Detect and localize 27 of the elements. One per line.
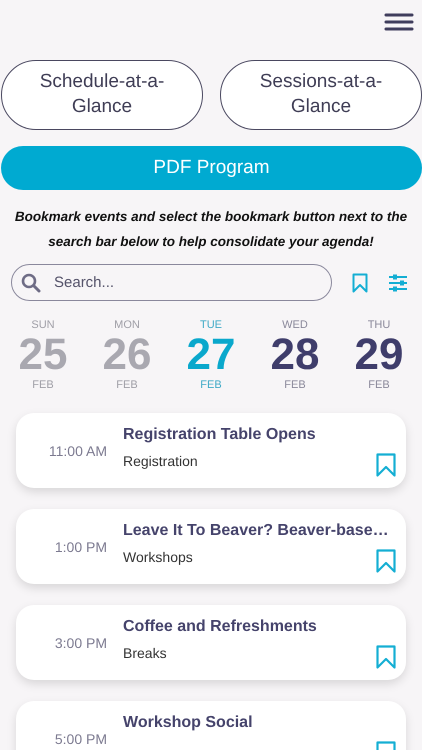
event-category: Registration bbox=[123, 453, 199, 469]
bookmark-icon[interactable] bbox=[376, 645, 396, 669]
event-time: 5:00 PM bbox=[54, 730, 107, 746]
event-title: Registration Table Opens bbox=[123, 426, 316, 444]
event-category: Workshops bbox=[123, 549, 194, 565]
nav-button[interactable]: Sessions-at-a-Glance bbox=[220, 60, 422, 130]
event-card[interactable]: 5:00 PM Workshop Social bbox=[16, 701, 406, 750]
event-title: Workshop Social bbox=[123, 714, 253, 732]
event-card[interactable]: 1:00 PM Leave It To Beaver? Beaver-base… Workshops bbox=[16, 509, 406, 584]
event-title: Coffee and Refreshments bbox=[123, 618, 317, 636]
event-time: 1:00 PM bbox=[54, 538, 107, 554]
search-field[interactable]: Search... bbox=[11, 264, 332, 301]
menu-icon[interactable] bbox=[384, 12, 414, 32]
event-card[interactable]: 3:00 PM Coffee and Refreshments Breaks bbox=[16, 605, 406, 680]
event-time: 3:00 PM bbox=[54, 634, 107, 650]
bookmark-filter-icon[interactable] bbox=[352, 272, 368, 292]
nav-button[interactable]: Schedule-at-a-Glance bbox=[1, 60, 203, 130]
bookmark-icon[interactable] bbox=[376, 453, 396, 477]
date-tab[interactable]: THU 29 FEB bbox=[337, 319, 421, 391]
bookmark-icon[interactable] bbox=[376, 549, 396, 573]
instructions-text: Bookmark events and select the bookmark button next to the search bar below to help consolidate your agenda! bbox=[14, 208, 408, 251]
event-time: 11:00 AM bbox=[48, 442, 107, 458]
event-card[interactable]: 11:00 AM Registration Table Opens Registration bbox=[16, 413, 406, 488]
filter-sliders-icon[interactable] bbox=[388, 274, 408, 292]
event-category: Breaks bbox=[123, 645, 168, 661]
event-title: Leave It To Beaver? Beaver-base… bbox=[123, 522, 389, 540]
date-tab[interactable]: WED 28 FEB bbox=[253, 319, 337, 391]
